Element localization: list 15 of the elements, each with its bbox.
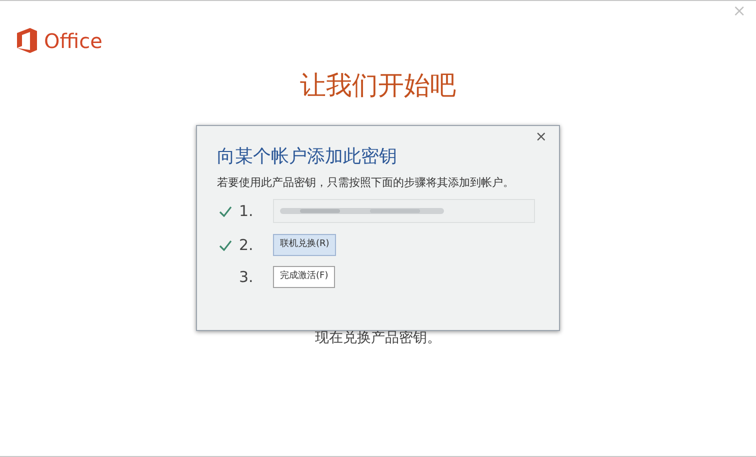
step-number: 2. [239,238,254,252]
step-number: 3. [239,270,254,284]
checkmark-icon [218,206,232,216]
logo-icon [16,28,38,53]
step-number: 1. [239,204,254,218]
logo-text: Office [44,30,102,50]
product-key-field[interactable] [273,199,535,223]
dialog-description: 若要使用此产品密钥，只需按照下面的步骤将其添加到帐户。 [217,177,515,188]
checkmark-icon [218,240,232,250]
page-heading: 让我们开始吧 [300,73,456,99]
step-button[interactable]: 完成激活(F) [273,266,336,288]
close-button[interactable]: × [535,130,547,144]
dialog-title: 向某个帐户添加此密钥 [217,148,398,166]
step-button[interactable]: 联机兑换(R) [273,234,336,256]
background-text: 现在兑换产品密钥。 [315,331,441,345]
